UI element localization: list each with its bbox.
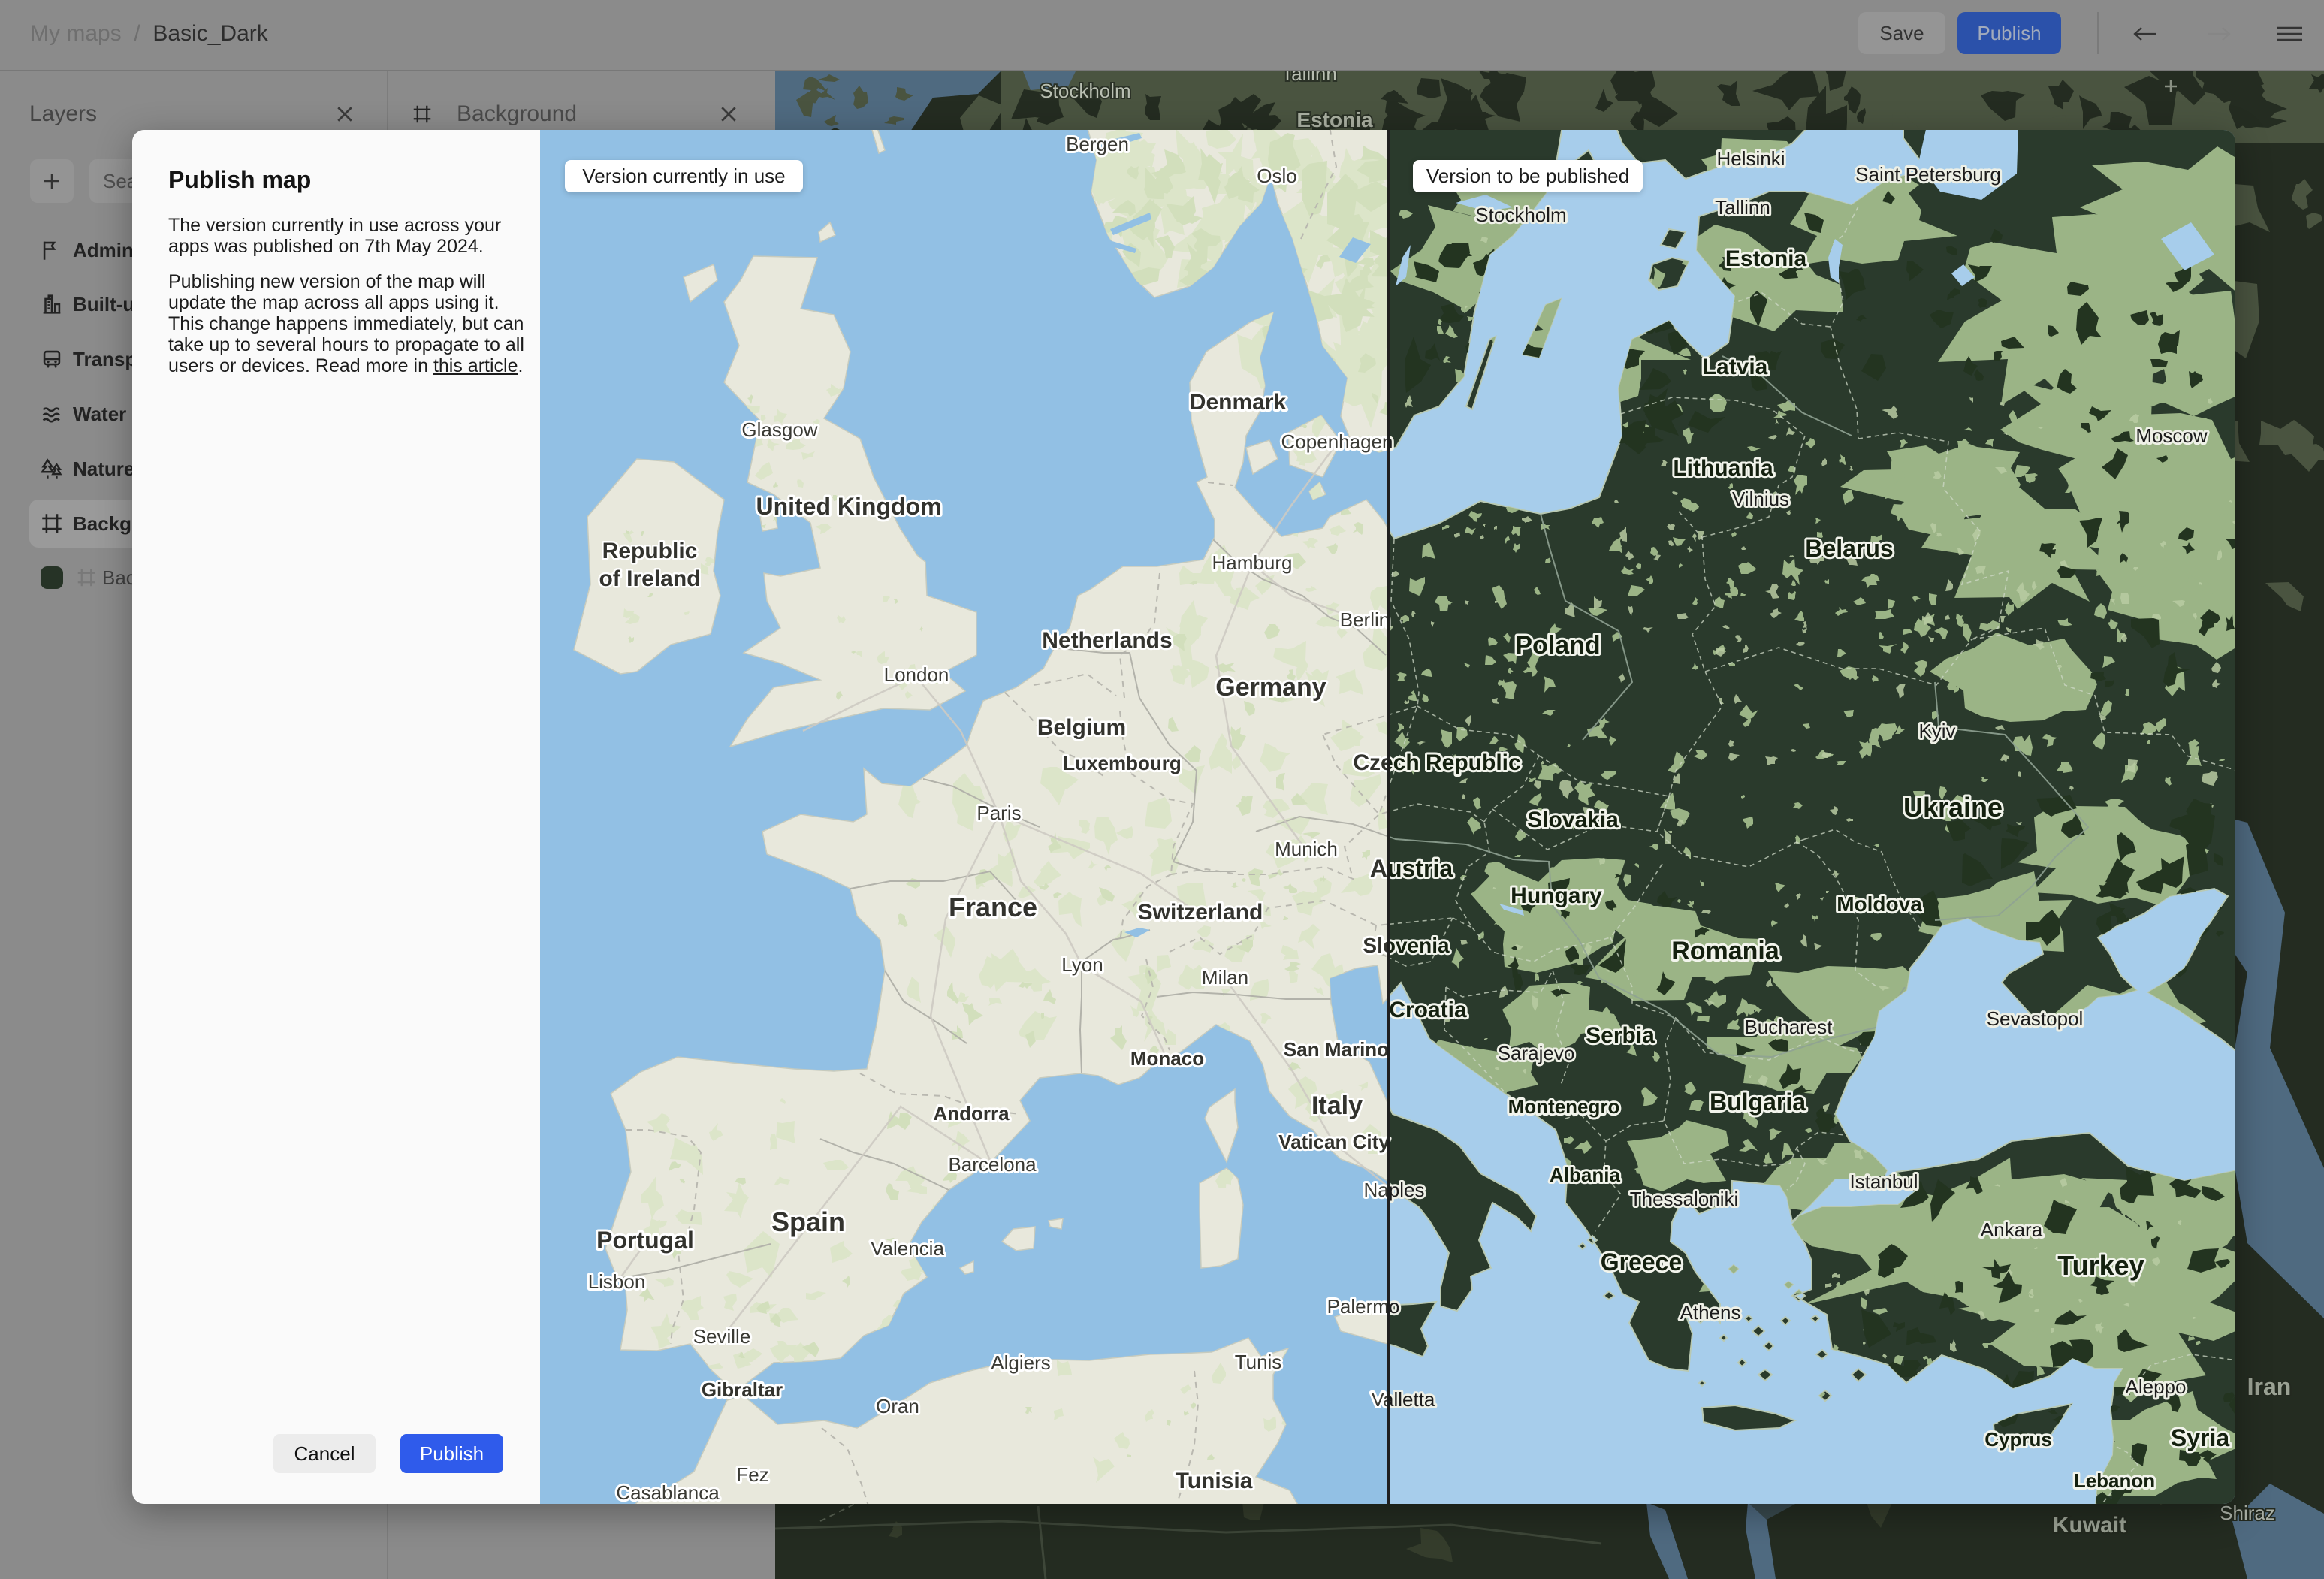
svg-text:Kyiv: Kyiv xyxy=(1918,720,1955,742)
svg-text:Italy: Italy xyxy=(1311,1091,1363,1120)
svg-text:Romania: Romania xyxy=(1671,937,1780,965)
svg-text:Palermo: Palermo xyxy=(1327,1295,1388,1318)
svg-text:Portugal: Portugal xyxy=(596,1227,694,1254)
svg-text:Lisbon: Lisbon xyxy=(588,1270,646,1293)
svg-text:Valletta: Valletta xyxy=(1388,1388,1435,1411)
svg-text:Paris: Paris xyxy=(976,802,1021,824)
svg-text:Munich: Munich xyxy=(1275,838,1338,860)
svg-text:Denmark: Denmark xyxy=(1190,390,1287,415)
svg-text:Sevastopol: Sevastopol xyxy=(1987,1007,2084,1030)
svg-text:Lithuania: Lithuania xyxy=(1673,456,1773,481)
svg-text:Spain: Spain xyxy=(771,1206,845,1237)
svg-text:Algiers: Algiers xyxy=(991,1351,1050,1374)
svg-text:London: London xyxy=(884,663,949,686)
svg-text:Andorra: Andorra xyxy=(933,1102,1010,1125)
svg-text:Moldova: Moldova xyxy=(1837,892,1922,916)
svg-text:Moscow: Moscow xyxy=(2135,424,2208,447)
svg-text:Berlin: Berlin xyxy=(1340,608,1388,631)
svg-text:Belarus: Belarus xyxy=(1805,535,1893,562)
svg-text:Helsinki: Helsinki xyxy=(1716,147,1785,170)
svg-text:Bergen: Bergen xyxy=(1066,133,1129,155)
svg-text:Latvia: Latvia xyxy=(1703,355,1768,379)
svg-text:Austria: Austria xyxy=(1388,855,1453,882)
svg-text:Hungary: Hungary xyxy=(1511,883,1602,908)
svg-text:Tallinn: Tallinn xyxy=(1281,71,1337,85)
svg-text:Oran: Oran xyxy=(876,1395,919,1417)
svg-text:Fez: Fez xyxy=(736,1463,768,1486)
svg-text:San Marino: San Marino xyxy=(1284,1038,1388,1061)
svg-text:Istanbul: Istanbul xyxy=(1849,1170,1918,1193)
svg-text:Seville: Seville xyxy=(693,1325,751,1348)
svg-text:Barcelona: Barcelona xyxy=(948,1153,1037,1176)
svg-text:Vilnius: Vilnius xyxy=(1732,488,1789,510)
svg-text:Czech Republic: Czech Republic xyxy=(1353,750,1388,775)
svg-text:Glasgow: Glasgow xyxy=(741,418,817,441)
svg-text:Bucharest: Bucharest xyxy=(1744,1016,1833,1038)
svg-text:France: France xyxy=(949,892,1037,922)
svg-text:Stockholm: Stockholm xyxy=(1475,204,1566,226)
svg-text:Palermo: Palermo xyxy=(1388,1295,1399,1318)
svg-text:Germany: Germany xyxy=(1215,673,1326,702)
svg-text:Hamburg: Hamburg xyxy=(1212,551,1293,574)
svg-text:Naples: Naples xyxy=(1388,1179,1424,1201)
svg-text:Vatican City: Vatican City xyxy=(1278,1131,1388,1153)
svg-text:Stockholm: Stockholm xyxy=(1040,80,1130,102)
svg-text:Tunis: Tunis xyxy=(1235,1351,1282,1373)
svg-text:Czech Republic: Czech Republic xyxy=(1388,750,1521,775)
svg-text:Ukraine: Ukraine xyxy=(1903,792,2003,823)
svg-text:Belgium: Belgium xyxy=(1037,715,1126,740)
svg-text:Kuwait: Kuwait xyxy=(2053,1513,2126,1538)
svg-text:Sarajevo: Sarajevo xyxy=(1498,1042,1575,1064)
svg-text:Thessaloniki: Thessaloniki xyxy=(1630,1188,1739,1210)
svg-text:Valletta: Valletta xyxy=(1372,1388,1388,1411)
svg-text:United Kingdom: United Kingdom xyxy=(756,493,941,520)
svg-text:Tunisia: Tunisia xyxy=(1176,1469,1253,1493)
svg-text:Bulgaria: Bulgaria xyxy=(1710,1088,1806,1116)
svg-text:Lebanon: Lebanon xyxy=(2074,1469,2155,1492)
svg-text:of Ireland: of Ireland xyxy=(599,566,700,591)
svg-text:Serbia: Serbia xyxy=(1586,1023,1655,1048)
svg-text:Lyon: Lyon xyxy=(1061,953,1103,976)
svg-text:Aleppo: Aleppo xyxy=(2126,1375,2187,1398)
svg-text:Croatia: Croatia xyxy=(1389,998,1467,1022)
svg-text:Ankara: Ankara xyxy=(1981,1218,2043,1241)
svg-text:Oslo: Oslo xyxy=(1257,165,1296,187)
svg-text:Albania: Albania xyxy=(1550,1164,1620,1186)
svg-text:Saint Petersburg: Saint Petersburg xyxy=(1855,163,2001,186)
svg-text:Estonia: Estonia xyxy=(1725,246,1807,271)
svg-text:Netherlands: Netherlands xyxy=(1042,628,1172,653)
svg-text:Austria: Austria xyxy=(1370,855,1388,882)
svg-text:Milan: Milan xyxy=(1202,966,1248,989)
svg-text:Cyprus: Cyprus xyxy=(1984,1428,2052,1451)
svg-text:Gibraltar: Gibraltar xyxy=(702,1378,783,1401)
svg-text:Republic: Republic xyxy=(602,539,698,563)
svg-text:Monaco: Monaco xyxy=(1130,1047,1204,1070)
svg-text:Slovakia: Slovakia xyxy=(1527,808,1619,832)
svg-text:Switzerland: Switzerland xyxy=(1138,900,1263,925)
svg-text:Copenhagen: Copenhagen xyxy=(1281,430,1388,453)
svg-text:Athens: Athens xyxy=(1680,1301,1741,1324)
svg-text:Iran: Iran xyxy=(2247,1373,2292,1400)
svg-text:Tallinn: Tallinn xyxy=(1715,196,1770,219)
svg-text:Casablanca: Casablanca xyxy=(616,1481,720,1504)
svg-text:Turkey: Turkey xyxy=(2057,1250,2144,1281)
svg-text:Poland: Poland xyxy=(1515,631,1600,660)
svg-text:Valencia: Valencia xyxy=(871,1237,944,1260)
svg-text:Syria: Syria xyxy=(2171,1424,2229,1451)
svg-text:Naples: Naples xyxy=(1364,1179,1388,1201)
svg-text:Slovenia: Slovenia xyxy=(1388,934,1450,957)
svg-text:Estonia: Estonia xyxy=(1296,108,1373,131)
svg-text:Slovenia: Slovenia xyxy=(1363,934,1388,957)
svg-text:Shiraz: Shiraz xyxy=(2220,1502,2275,1524)
svg-text:Luxembourg: Luxembourg xyxy=(1063,752,1181,774)
svg-text:Montenegro: Montenegro xyxy=(1508,1095,1620,1118)
svg-text:Greece: Greece xyxy=(1601,1248,1683,1276)
